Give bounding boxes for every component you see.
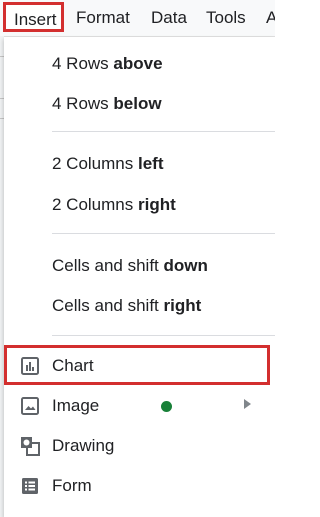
menu-divider xyxy=(52,131,275,132)
insert-menu: 4 Rows above 4 Rows below 2 Columns left… xyxy=(4,37,275,517)
drawing-icon xyxy=(21,437,40,456)
drawing-label: Drawing xyxy=(52,436,115,455)
menubar-data[interactable]: Data xyxy=(151,8,187,28)
menu-item-form[interactable]: Form xyxy=(4,466,275,506)
page: Insert Format Data Tools A 4 Rows above … xyxy=(0,0,275,517)
menu-item-cells-shift-right[interactable]: Cells and shift right xyxy=(4,286,275,326)
rows-below-prefix: 4 Rows xyxy=(52,94,114,113)
chart-highlight-frame xyxy=(4,345,270,385)
menubar-add-ons[interactable]: A xyxy=(266,8,275,28)
image-label: Image xyxy=(52,396,100,415)
columns-right-prefix: 2 Columns xyxy=(52,195,138,214)
menu-item-columns-right[interactable]: 2 Columns right xyxy=(4,185,275,225)
menubar-insert[interactable]: Insert xyxy=(3,2,64,32)
menu-divider xyxy=(52,335,275,336)
cells-down-prefix: Cells and shift xyxy=(52,256,164,275)
cells-right-bold: right xyxy=(163,296,202,315)
rows-above-prefix: 4 Rows xyxy=(52,54,114,73)
menu-item-image[interactable]: Image xyxy=(4,386,275,426)
cells-right-prefix: Cells and shift xyxy=(52,296,164,315)
menu-item-drawing[interactable]: Drawing xyxy=(4,426,275,466)
image-icon xyxy=(21,397,39,415)
rows-above-bold: above xyxy=(113,54,163,73)
menu-item-rows-below[interactable]: 4 Rows below xyxy=(4,84,275,124)
menu-item-rows-above[interactable]: 4 Rows above xyxy=(4,44,275,84)
columns-left-prefix: 2 Columns xyxy=(52,154,138,173)
menubar-format[interactable]: Format xyxy=(76,8,130,28)
form-icon xyxy=(22,478,38,494)
menubar-tools[interactable]: Tools xyxy=(206,8,246,28)
columns-left-bold: left xyxy=(137,154,164,173)
form-label: Form xyxy=(52,476,92,495)
submenu-arrow-icon xyxy=(244,399,251,409)
columns-right-bold: right xyxy=(137,195,176,214)
new-feature-dot xyxy=(161,401,172,412)
menu-divider xyxy=(52,233,275,234)
menu-item-columns-left[interactable]: 2 Columns left xyxy=(4,144,275,184)
cells-down-bold: down xyxy=(163,256,208,275)
rows-below-bold: below xyxy=(113,94,162,113)
menu-item-cells-shift-down[interactable]: Cells and shift down xyxy=(4,246,275,286)
menubar: Insert Format Data Tools A xyxy=(0,0,275,37)
